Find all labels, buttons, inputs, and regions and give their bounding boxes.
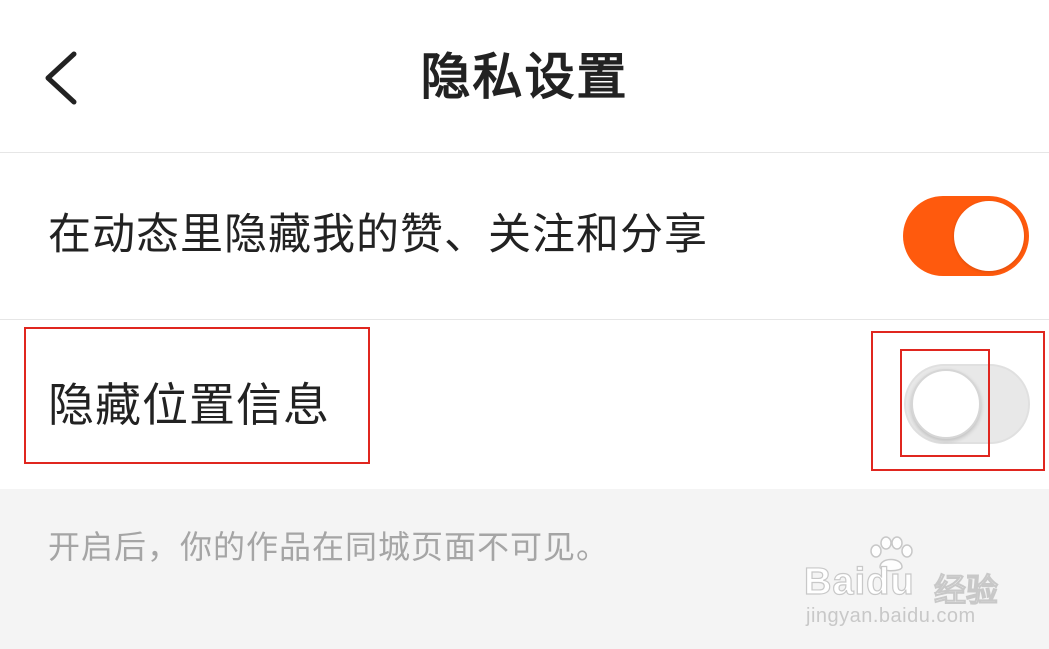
setting-label-hide-location: 隐藏位置信息 — [48, 378, 330, 432]
page-title: 隐私设置 — [420, 48, 629, 106]
setting-label-hide-likes: 在动态里隐藏我的赞、关注和分享 — [48, 210, 708, 260]
hide-likes-toggle[interactable] — [903, 196, 1029, 276]
toggle-knob — [911, 369, 981, 439]
setting-row-hide-location: 隐藏位置信息 — [0, 320, 1049, 488]
hint-section: 开启后，你的作品在同城页面不可见。 — [0, 489, 1049, 649]
hint-text: 开启后，你的作品在同城页面不可见。 — [48, 528, 610, 566]
privacy-settings-screen: 隐私设置 在动态里隐藏我的赞、关注和分享 隐藏位置信息 开启后，你的作品在同城页… — [0, 0, 1049, 649]
setting-row-hide-likes: 在动态里隐藏我的赞、关注和分享 — [0, 153, 1049, 320]
nav-header: 隐私设置 — [0, 0, 1049, 153]
hide-location-toggle[interactable] — [904, 364, 1030, 444]
toggle-knob — [954, 201, 1024, 271]
